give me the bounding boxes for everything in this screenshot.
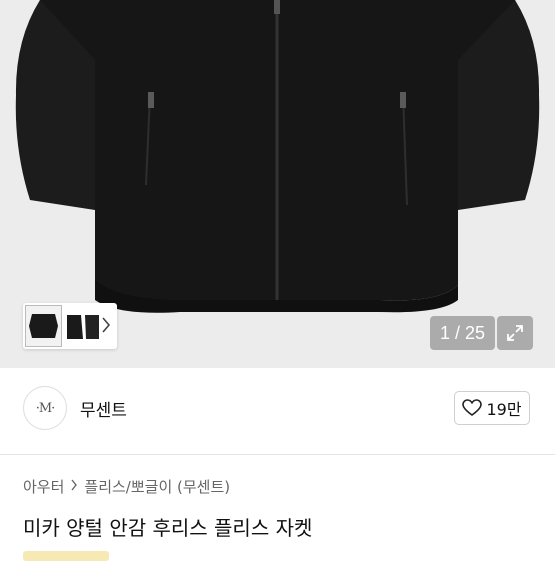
like-button[interactable]: 19만 bbox=[454, 391, 530, 425]
thumbnail-selected[interactable] bbox=[25, 305, 62, 347]
thumbnail-strip[interactable] bbox=[23, 303, 117, 349]
chevron-right-icon bbox=[70, 479, 78, 495]
heart-outline-icon bbox=[462, 399, 483, 416]
breadcrumb-item-fleece[interactable]: 플리스/뽀글이 (무센트) bbox=[84, 476, 230, 497]
divider bbox=[0, 454, 555, 455]
breadcrumb: 아우터 플리스/뽀글이 (무센트) bbox=[23, 476, 230, 497]
expand-button[interactable] bbox=[497, 316, 533, 350]
image-counter: 1 / 25 bbox=[430, 316, 495, 350]
avatar[interactable]: ·M· bbox=[23, 386, 67, 430]
chevron-right-icon[interactable] bbox=[101, 316, 111, 338]
product-image-gallery[interactable]: 1 / 25 bbox=[0, 0, 555, 368]
expand-icon bbox=[507, 325, 523, 341]
thumbnail-jacket-front bbox=[29, 314, 58, 338]
like-count: 19만 bbox=[486, 400, 522, 419]
seller-name[interactable]: 무센트 bbox=[80, 396, 127, 421]
seller-row[interactable]: ·M· 무센트 19만 bbox=[0, 368, 555, 454]
product-title: 미카 양털 안감 후리스 플리스 자켓 bbox=[23, 516, 313, 540]
breadcrumb-item-outer[interactable]: 아우터 bbox=[23, 476, 64, 497]
status-badge bbox=[23, 551, 109, 561]
thumbnail-jacket-side[interactable] bbox=[65, 309, 101, 343]
